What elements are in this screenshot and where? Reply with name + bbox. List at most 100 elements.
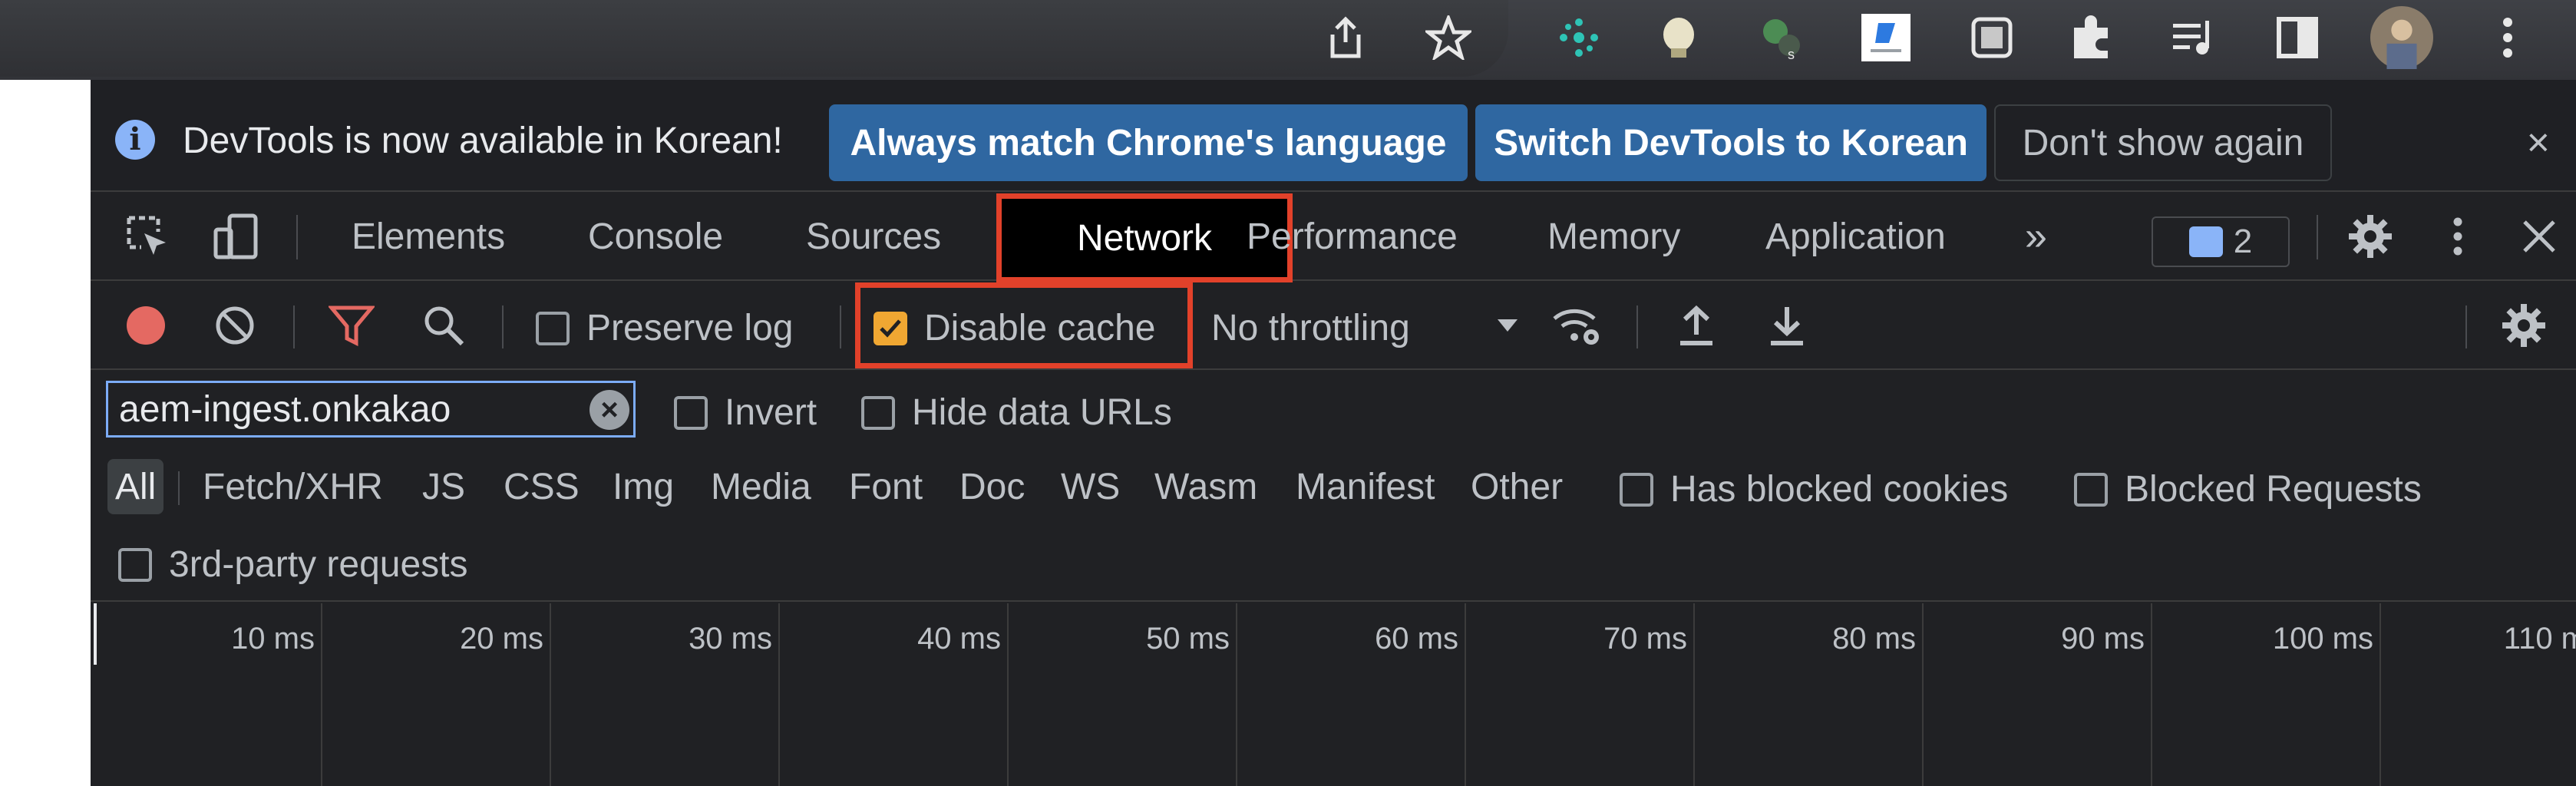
always-match-language-button[interactable]: Always match Chrome's language	[829, 104, 1468, 181]
throttling-value: No throttling	[1211, 308, 1410, 348]
search-icon[interactable]	[413, 295, 474, 356]
type-filter-manifest[interactable]: Manifest	[1290, 459, 1441, 514]
disable-cache-toggle[interactable]: Disable cache	[874, 307, 1156, 349]
inspect-element-icon[interactable]	[117, 206, 178, 267]
timeline-tick-label: 30 ms	[689, 622, 772, 656]
extension-dots-icon[interactable]	[1547, 6, 1610, 69]
timeline-tick-label: 40 ms	[917, 622, 1001, 656]
type-filter-all[interactable]: All	[107, 459, 164, 514]
bookmark-star-icon[interactable]	[1417, 6, 1480, 69]
blocked-requests-label: Blocked Requests	[2125, 469, 2422, 510]
type-filter-ws[interactable]: WS	[1055, 459, 1126, 514]
more-tabs-chevron-icon[interactable]: »	[2025, 193, 2047, 279]
third-party-checkbox[interactable]	[118, 547, 152, 582]
filter-row: × Invert Hide data URLs	[91, 372, 2576, 447]
import-har-icon[interactable]	[1666, 295, 1727, 356]
devtools-panel: i DevTools is now available in Korean! A…	[91, 80, 2576, 786]
type-filter-wasm[interactable]: Wasm	[1148, 459, 1263, 514]
puzzle-icon[interactable]	[2060, 6, 2123, 69]
switch-to-korean-button[interactable]: Switch DevTools to Korean	[1475, 104, 1986, 181]
info-icon: i	[115, 120, 155, 160]
timeline-tick-label: 20 ms	[460, 622, 543, 656]
issues-counter-button[interactable]: 2	[2152, 216, 2290, 267]
third-party-row: 3rd-party requests	[91, 525, 2576, 602]
separator	[296, 215, 298, 259]
type-filter-css[interactable]: CSS	[497, 459, 586, 514]
timeline-gridline	[1007, 603, 1009, 786]
dont-show-again-button[interactable]: Don't show again	[1994, 104, 2332, 181]
tab-console[interactable]: Console	[588, 193, 723, 279]
separator	[2465, 305, 2467, 348]
extension-doc-icon[interactable]	[1854, 6, 1917, 69]
resource-type-filters: All Fetch/XHR JS CSS Img Media Font Doc …	[91, 448, 2576, 525]
device-toolbar-icon[interactable]	[206, 206, 267, 267]
network-conditions-icon[interactable]	[1546, 295, 1607, 356]
extension-brain-icon[interactable]	[1647, 6, 1710, 69]
timeline-tick-label: 50 ms	[1146, 622, 1230, 656]
issues-count: 2	[2233, 223, 2253, 260]
type-filter-media[interactable]: Media	[705, 459, 817, 514]
timeline-gridline	[778, 603, 780, 786]
settings-gear-icon[interactable]	[2340, 206, 2401, 267]
timeline-tick-label: 10 ms	[231, 622, 315, 656]
preserve-log-toggle[interactable]: Preserve log	[536, 307, 793, 349]
tab-memory[interactable]: Memory	[1547, 193, 1680, 279]
dropdown-arrow-icon[interactable]	[1485, 295, 1531, 356]
tab-elements[interactable]: Elements	[352, 193, 505, 279]
timeline-gridline	[321, 603, 322, 786]
tab-application[interactable]: Application	[1765, 193, 1946, 279]
preserve-log-checkbox[interactable]	[536, 311, 570, 345]
customize-menu-icon[interactable]	[2435, 206, 2481, 267]
timeline-tick-label: 80 ms	[1832, 622, 1916, 656]
devtools-tabstrip: Elements Console Sources Network Perform…	[91, 193, 2576, 282]
separator	[2317, 215, 2318, 259]
tab-sources[interactable]: Sources	[806, 193, 941, 279]
third-party-toggle[interactable]: 3rd-party requests	[118, 543, 468, 586]
type-filter-img[interactable]: Img	[606, 459, 680, 514]
preserve-log-label: Preserve log	[586, 308, 794, 348]
media-controls-icon[interactable]	[2163, 6, 2226, 69]
invert-toggle[interactable]: Invert	[674, 391, 817, 434]
disable-cache-label: Disable cache	[924, 308, 1156, 348]
timeline-tick-label: 60 ms	[1375, 622, 1458, 656]
timeline-start-marker	[94, 603, 97, 665]
filter-input[interactable]	[106, 381, 636, 438]
timeline-gridline	[550, 603, 551, 786]
throttling-select[interactable]: No throttling	[1211, 307, 1410, 349]
timeline-tick-label: 100 ms	[2272, 622, 2373, 656]
extension-capture-icon[interactable]	[1960, 6, 2023, 69]
network-settings-gear-icon[interactable]	[2493, 295, 2555, 356]
blocked-requests-toggle[interactable]: Blocked Requests	[2074, 468, 2422, 510]
type-filter-js[interactable]: JS	[416, 459, 471, 514]
share-icon[interactable]	[1314, 6, 1377, 69]
record-icon[interactable]	[115, 295, 177, 356]
separator	[502, 305, 504, 348]
timeline-overview[interactable]: 10 ms 20 ms 30 ms 40 ms 50 ms 60 ms 70 ms 80 ms…	[91, 603, 2576, 786]
blocked-requests-checkbox[interactable]	[2074, 472, 2108, 507]
side-panel-icon[interactable]	[2266, 6, 2329, 69]
disable-cache-checkbox[interactable]	[874, 311, 907, 345]
type-filter-fetch-xhr[interactable]: Fetch/XHR	[197, 459, 389, 514]
filter-funnel-icon[interactable]	[321, 295, 382, 356]
hide-data-urls-toggle[interactable]: Hide data URLs	[861, 391, 1172, 434]
hide-data-urls-checkbox[interactable]	[861, 395, 895, 430]
type-filter-font[interactable]: Font	[843, 459, 929, 514]
has-blocked-cookies-toggle[interactable]: Has blocked cookies	[1620, 468, 2008, 510]
close-devtools-icon[interactable]	[2508, 206, 2570, 267]
extension-gear-icon[interactable]: s	[1750, 6, 1813, 69]
type-filter-other[interactable]: Other	[1465, 459, 1569, 514]
profile-avatar[interactable]	[2370, 6, 2433, 69]
export-har-icon[interactable]	[1756, 295, 1818, 356]
close-infobar-icon[interactable]: ×	[2527, 120, 2550, 166]
type-filter-doc[interactable]: Doc	[953, 459, 1031, 514]
separator	[1636, 305, 1638, 348]
clear-filter-icon[interactable]: ×	[590, 390, 629, 430]
third-party-label: 3rd-party requests	[169, 544, 468, 585]
page-content-area	[0, 80, 91, 786]
clear-log-icon[interactable]	[204, 295, 266, 356]
timeline-tick-label: 90 ms	[2061, 622, 2145, 656]
has-blocked-cookies-checkbox[interactable]	[1620, 472, 1653, 507]
invert-checkbox[interactable]	[674, 395, 708, 430]
tab-performance[interactable]: Performance	[1247, 193, 1458, 279]
browser-menu-icon[interactable]	[2476, 6, 2539, 69]
